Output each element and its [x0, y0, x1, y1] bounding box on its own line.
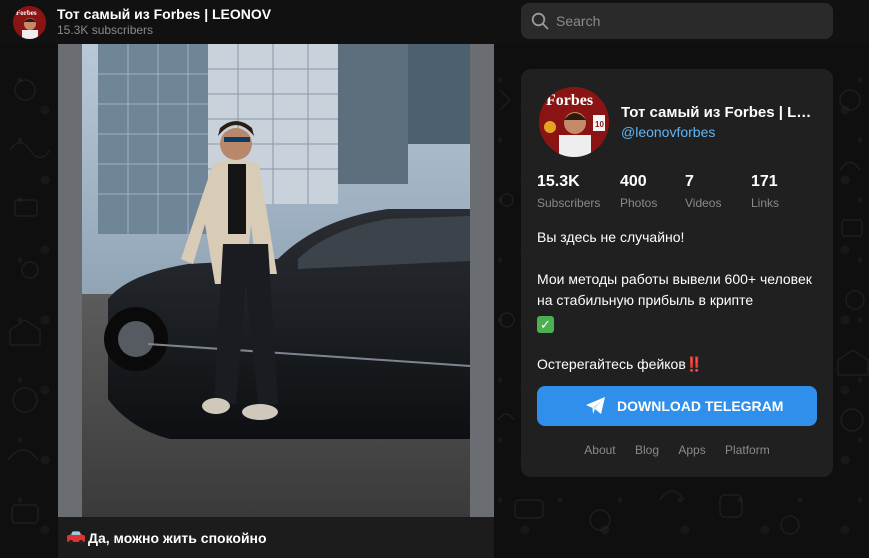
channel-avatar[interactable]: Forbes: [13, 6, 46, 39]
post-caption: Да, можно жить спокойно: [88, 530, 267, 546]
telegram-plane-icon: [586, 397, 605, 414]
footer-link-blog[interactable]: Blog: [635, 443, 659, 457]
stat-label: Photos: [620, 196, 658, 210]
svg-text:Forbes: Forbes: [16, 9, 37, 17]
stat-links[interactable]: 171 Links: [751, 173, 779, 210]
svg-text:Forbes: Forbes: [546, 92, 593, 109]
stat-label: Subscribers: [537, 196, 601, 210]
search-input[interactable]: [556, 3, 826, 39]
check-mark-emoji-icon: ✓: [537, 316, 554, 333]
channel-header: Forbes Тот самый из Forbes | LEONOV 15.3…: [0, 0, 869, 44]
stat-value: 7: [685, 173, 694, 190]
search-box[interactable]: [521, 3, 833, 39]
channel-title: Тот самый из Forbes | LEONOV: [57, 6, 272, 22]
footer-link-apps[interactable]: Apps: [678, 443, 705, 457]
download-telegram-button[interactable]: DOWNLOAD TELEGRAM: [537, 386, 817, 426]
description-line: Мои методы работы вывели 600+ человек на…: [537, 269, 823, 333]
description-line: Остерегайтесь фейков‼️: [537, 354, 823, 375]
footer-link-about[interactable]: About: [584, 443, 615, 457]
stat-label: Videos: [685, 196, 722, 210]
double-exclamation-emoji-icon: ‼️: [685, 356, 704, 372]
stat-value: 400: [620, 173, 647, 190]
description-line: Вы здесь не случайно!: [537, 229, 685, 245]
subscriber-count: 15.3K subscribers: [57, 23, 154, 37]
stat-value: 171: [751, 173, 778, 190]
stat-value: 15.3K: [537, 173, 580, 190]
stat-subscribers: 15.3K Subscribers: [537, 173, 600, 210]
footer-links: About Blog Apps Platform: [521, 443, 833, 457]
card-channel-title: Тот самый из Forbes | LEONOV: [621, 104, 821, 121]
post-caption-bar: Да, можно жить спокойно: [58, 517, 494, 558]
svg-text:10: 10: [595, 120, 604, 129]
channel-handle-link[interactable]: @leonovforbes: [621, 124, 715, 140]
channel-info-card: Forbes 10 Тот самый из Forbes | LEONOV @…: [521, 69, 833, 477]
stat-videos[interactable]: 7 Videos: [685, 173, 721, 210]
description-text: Мои методы работы вывели 600+ человек на…: [537, 271, 812, 308]
post-photo[interactable]: [58, 44, 494, 517]
stat-label: Links: [751, 196, 780, 210]
channel-description: Вы здесь не случайно! Мои методы работы …: [537, 227, 823, 375]
search-icon: [531, 12, 549, 30]
description-text: Остерегайтесь фейков: [537, 356, 686, 372]
download-button-label: DOWNLOAD TELEGRAM: [617, 398, 784, 414]
channel-stats: 15.3K Subscribers 400 Photos 7 Videos 17…: [537, 173, 827, 213]
car-emoji-icon: [67, 531, 85, 544]
footer-link-platform[interactable]: Platform: [725, 443, 770, 457]
card-avatar: Forbes 10: [539, 87, 609, 157]
channel-post: Да, можно жить спокойно: [58, 44, 494, 558]
stat-photos[interactable]: 400 Photos: [620, 173, 657, 210]
